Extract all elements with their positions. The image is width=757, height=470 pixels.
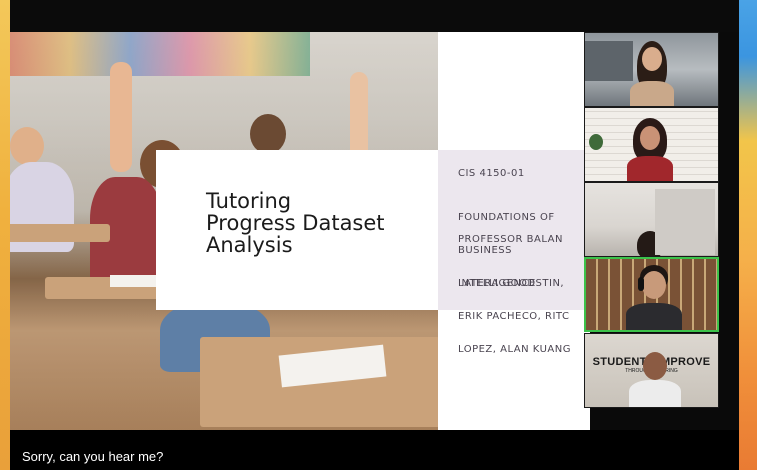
wall-backdrop [655, 189, 715, 255]
participant-face [642, 47, 662, 71]
headphones-icon [638, 277, 644, 291]
course-name-line: BUSINESS [458, 245, 512, 256]
student-figure [10, 127, 44, 165]
raised-hand [110, 62, 132, 172]
building-backdrop [585, 41, 633, 81]
participant-body [629, 380, 681, 407]
professor-name: PROFESSOR BALAN [458, 234, 563, 245]
participant-face [642, 271, 666, 299]
live-caption-text: Sorry, can you hear me? [22, 449, 164, 464]
slide-title-line: Analysis [206, 233, 293, 257]
slide-title-box: Tutoring Progress Dataset Analysis [156, 150, 439, 310]
author-line: LATERA GOODSTIN, [458, 278, 565, 289]
participant-face [643, 352, 667, 380]
course-name-line: FOUNDATIONS OF [458, 212, 555, 223]
participant-tile-active-speaker[interactable] [584, 257, 719, 332]
participant-body [627, 156, 673, 181]
slide-title-line: Progress Dataset [206, 211, 385, 235]
slide-info-panel: CIS 4150-01 FOUNDATIONS OF BUSINESS INTE… [438, 150, 590, 355]
participant-face [640, 126, 660, 150]
wall-mural [10, 32, 310, 76]
participant-body [630, 81, 674, 106]
author-line: LOPEZ, ALAN KUANG [458, 344, 571, 355]
course-code: CIS 4150-01 [458, 168, 525, 179]
authors: LATERA GOODSTIN, ERIK PACHECO, RITC LOPE… [458, 256, 590, 377]
participant-body [626, 303, 682, 330]
participant-tile[interactable] [584, 182, 719, 257]
wallpaper-right-edge [739, 0, 757, 470]
author-line: ERIK PACHECO, RITC [458, 311, 570, 322]
slide-title: Tutoring Progress Dataset Analysis [206, 190, 426, 256]
participant-tile[interactable] [584, 107, 719, 182]
participant-tile[interactable]: STUDENTS IMPROVE THROUGH TUTORING [584, 333, 719, 408]
participant-tile[interactable] [584, 32, 719, 107]
student-figure [250, 114, 286, 154]
shared-screen-slide: Tutoring Progress Dataset Analysis CIS 4… [10, 32, 590, 430]
desk [10, 224, 110, 242]
participant-gallery: STUDENTS IMPROVE THROUGH TUTORING [584, 32, 719, 412]
wallpaper-left-edge [0, 0, 10, 470]
plant-decoration [589, 134, 603, 150]
slide-title-line: Tutoring [206, 189, 292, 213]
meeting-top-bar [10, 0, 739, 32]
